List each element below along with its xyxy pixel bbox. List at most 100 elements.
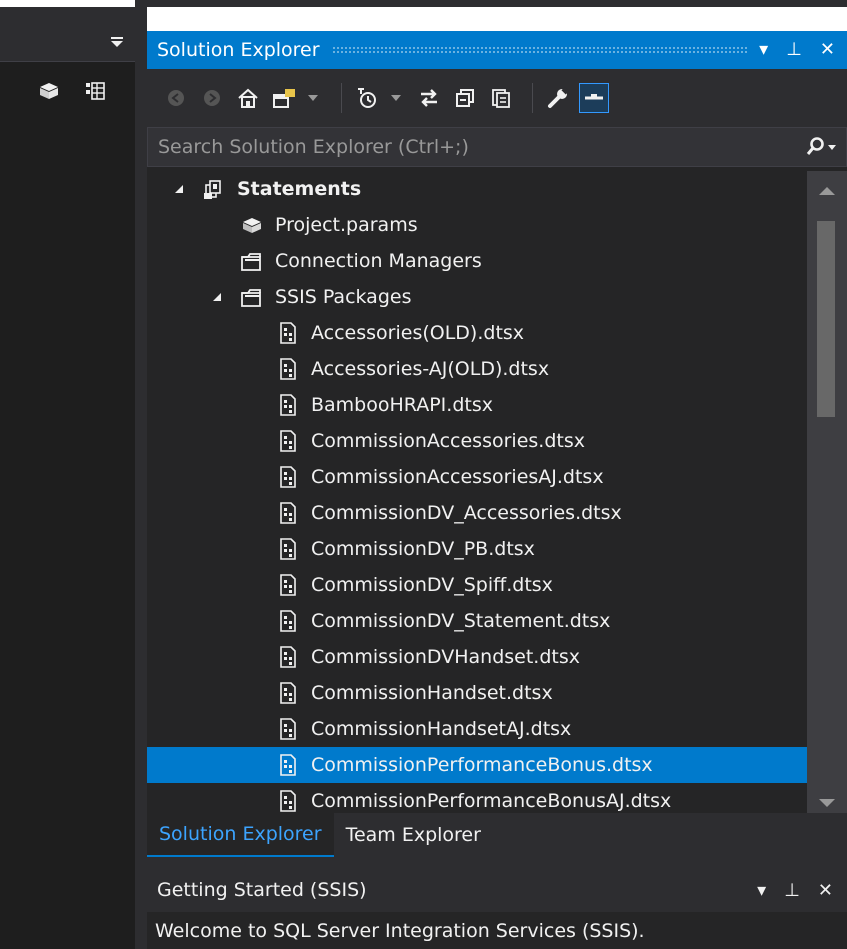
tree-item-label: CommissionDV_Statement.dtsx	[311, 610, 611, 632]
package-icon	[275, 500, 301, 526]
params-icon	[239, 212, 265, 238]
close-icon[interactable]: ✕	[818, 880, 833, 901]
tree-item-label: Connection Managers	[275, 250, 482, 272]
switch-views-dropdown-icon[interactable]	[305, 83, 321, 113]
getting-started-panel: Getting Started (SSIS) ▾ ⊥ ✕ Welcome to …	[147, 868, 847, 949]
package-icon	[275, 536, 301, 562]
solution-tree: Statements Project.params Connection Manag…	[147, 171, 807, 821]
left-tool-strip	[0, 0, 135, 949]
getting-started-title-bar[interactable]: Getting Started (SSIS) ▾ ⊥ ✕	[147, 868, 847, 912]
dropdown-menu-icon[interactable]	[111, 37, 123, 47]
left-strip-header	[0, 7, 135, 62]
tree-item[interactable]: CommissionDVHandset.dtsx	[147, 639, 807, 675]
panel-top-margin	[147, 7, 847, 31]
window-position-dropdown-icon[interactable]: ▾	[757, 880, 766, 901]
solution-explorer-toolbar	[147, 69, 847, 127]
tab-team-explorer[interactable]: Team Explorer	[334, 813, 493, 857]
tree-item[interactable]: Statements	[147, 171, 807, 207]
tree-item-label: CommissionDV_Accessories.dtsx	[311, 502, 622, 524]
tree-item[interactable]: CommissionHandset.dtsx	[147, 675, 807, 711]
package-icon	[275, 392, 301, 418]
tree-item[interactable]: Project.params	[147, 207, 807, 243]
tree-item[interactable]: CommissionHandsetAJ.dtsx	[147, 711, 807, 747]
search-box	[147, 127, 847, 167]
tree-item-label: Accessories-AJ(OLD).dtsx	[311, 358, 550, 380]
show-all-files-icon[interactable]	[486, 83, 516, 113]
tree-item[interactable]: CommissionDV_Accessories.dtsx	[147, 495, 807, 531]
tool-window-tabs: Solution Explorer Team Explorer	[147, 813, 847, 857]
tree-item[interactable]: CommissionDV_Statement.dtsx	[147, 603, 807, 639]
tree-item-label: BambooHRAPI.dtsx	[311, 394, 493, 416]
properties-wrench-icon[interactable]	[543, 83, 573, 113]
tree-item[interactable]: CommissionPerformanceBonus.dtsx	[147, 747, 807, 783]
scroll-down-arrow-icon[interactable]	[819, 799, 835, 807]
tree-item[interactable]: SSIS Packages	[147, 279, 807, 315]
expanded-arrow-icon[interactable]	[171, 184, 187, 194]
tree-item[interactable]: Accessories-AJ(OLD).dtsx	[147, 351, 807, 387]
tree-item-label: CommissionDV_Spiff.dtsx	[311, 574, 553, 596]
title-grip	[331, 46, 748, 54]
scrollbar-thumb[interactable]	[817, 221, 835, 417]
package-icon	[275, 788, 301, 814]
tree-item[interactable]: BambooHRAPI.dtsx	[147, 387, 807, 423]
table-properties-icon[interactable]	[82, 78, 108, 104]
package-icon	[275, 752, 301, 778]
tree-item-label: Statements	[237, 178, 362, 200]
home-icon[interactable]	[233, 83, 263, 113]
tree-item[interactable]: CommissionDV_PB.dtsx	[147, 531, 807, 567]
tree-item[interactable]: Connection Managers	[147, 243, 807, 279]
tree-item-label: CommissionHandset.dtsx	[311, 682, 553, 704]
back-icon[interactable]	[161, 83, 191, 113]
switch-views-icon[interactable]	[269, 83, 299, 113]
pending-changes-filter-icon[interactable]	[352, 83, 382, 113]
toolbar-separator	[341, 83, 342, 113]
pin-icon[interactable]: ⊥	[786, 41, 802, 59]
panel-title: Solution Explorer	[157, 39, 320, 61]
pin-icon[interactable]: ⊥	[784, 880, 800, 901]
expanded-arrow-icon[interactable]	[209, 292, 225, 302]
preview-selected-items-icon[interactable]	[579, 83, 609, 113]
tree-item[interactable]: Accessories(OLD).dtsx	[147, 315, 807, 351]
tree-item-label: CommissionDV_PB.dtsx	[311, 538, 535, 560]
getting-started-welcome-text: Welcome to SQL Server Integration Servic…	[155, 920, 645, 942]
filter-dropdown-icon[interactable]	[388, 83, 404, 113]
collapse-all-icon[interactable]	[450, 83, 480, 113]
package-icon	[275, 608, 301, 634]
package-icon	[275, 428, 301, 454]
tree-item[interactable]: CommissionDV_Spiff.dtsx	[147, 567, 807, 603]
tree-item-label: CommissionPerformanceBonusAJ.dtsx	[311, 790, 672, 812]
package-icon	[275, 464, 301, 490]
folder-icon	[239, 248, 265, 274]
package-icon	[275, 320, 301, 346]
tree-item[interactable]: CommissionAccessories.dtsx	[147, 423, 807, 459]
solution-icon	[201, 176, 227, 202]
panel-splitter[interactable]	[147, 857, 847, 868]
package-icon	[275, 644, 301, 670]
tree-item-label: CommissionDVHandset.dtsx	[311, 646, 580, 668]
forward-icon[interactable]	[197, 83, 227, 113]
solution-explorer-title-bar[interactable]: Solution Explorer ▾ ⊥ ✕	[147, 31, 847, 69]
getting-started-title: Getting Started (SSIS)	[157, 879, 367, 901]
tree-item-label: CommissionAccessories.dtsx	[311, 430, 585, 452]
scroll-up-arrow-icon[interactable]	[819, 187, 835, 195]
left-strip-top	[0, 0, 135, 7]
sync-with-active-document-icon[interactable]	[414, 83, 444, 113]
package-icon	[275, 572, 301, 598]
cube-icon[interactable]	[36, 78, 62, 104]
tree-item-label: Accessories(OLD).dtsx	[311, 322, 525, 344]
close-icon[interactable]: ✕	[820, 41, 835, 59]
folder-icon	[239, 284, 265, 310]
tree-item-label: SSIS Packages	[275, 286, 412, 308]
package-icon	[275, 680, 301, 706]
toolbar-separator	[532, 83, 533, 113]
window-position-dropdown-icon[interactable]: ▾	[759, 41, 768, 59]
tab-solution-explorer[interactable]: Solution Explorer	[147, 813, 334, 857]
tree-item-label: CommissionPerformanceBonus.dtsx	[311, 754, 653, 776]
tree-item-label: CommissionHandsetAJ.dtsx	[311, 718, 572, 740]
search-icon[interactable]	[796, 128, 846, 166]
search-input[interactable]	[148, 136, 796, 158]
tree-item[interactable]: CommissionAccessoriesAJ.dtsx	[147, 459, 807, 495]
solution-explorer-panel: Solution Explorer ▾ ⊥ ✕ Search Solution …	[147, 7, 847, 857]
tree-vertical-scrollbar[interactable]	[807, 171, 847, 821]
package-icon	[275, 356, 301, 382]
